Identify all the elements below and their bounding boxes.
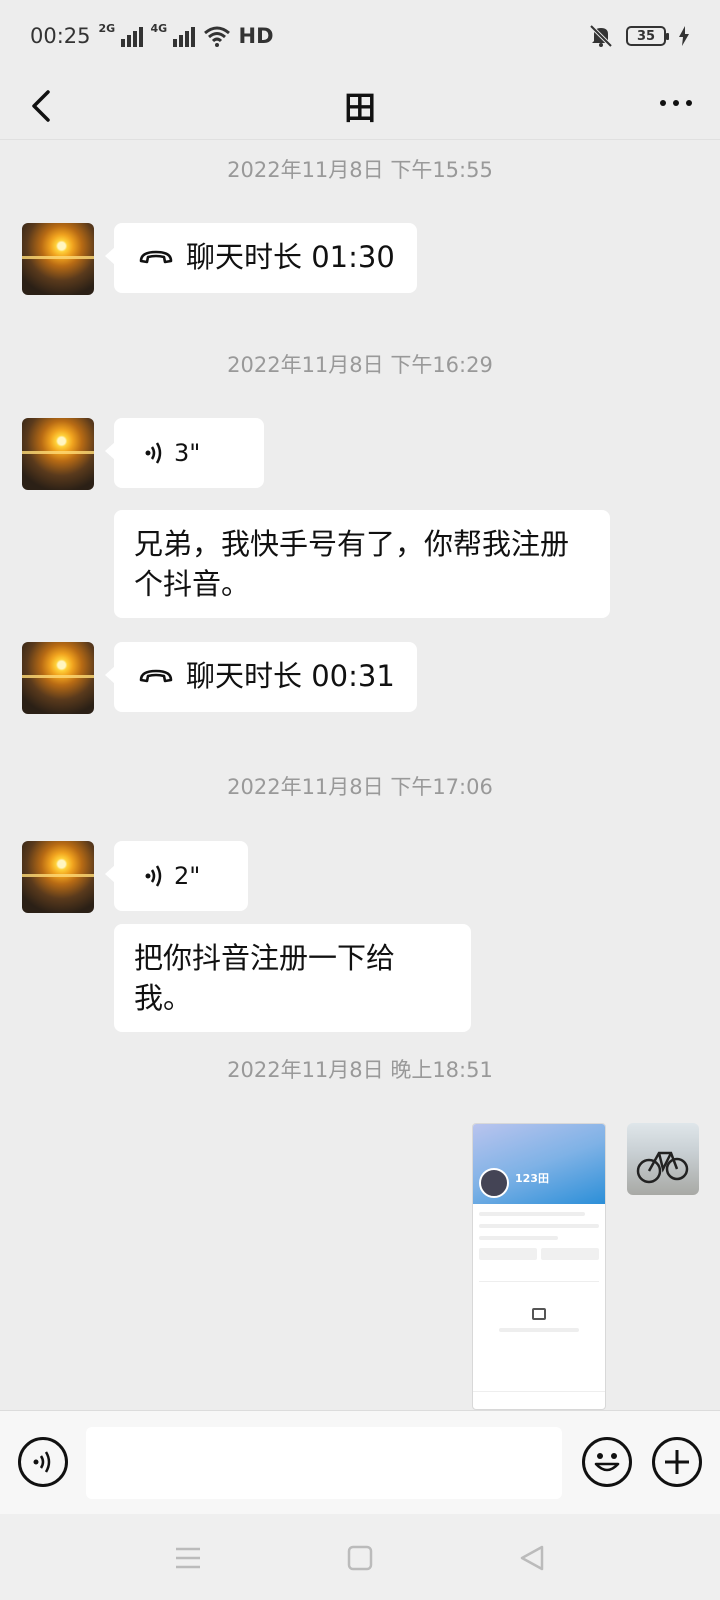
placeholder-line: [499, 1328, 579, 1332]
image-icon: [532, 1308, 546, 1320]
timestamp: 2022年11月8日 晚上18:51: [227, 1058, 493, 1082]
status-left: 00:25 2G 4G HD: [30, 23, 274, 48]
wifi-icon: [203, 26, 230, 47]
placeholder-line: [479, 1212, 585, 1216]
voice-wave-icon: [145, 865, 162, 887]
phone-icon: [139, 669, 173, 683]
voice-duration: 2": [174, 862, 201, 890]
home-icon[interactable]: [340, 1540, 380, 1576]
call-record-bubble[interactable]: 聊天时长 01:30: [105, 223, 417, 293]
sent-image-screenshot[interactable]: 123田: [472, 1123, 606, 1410]
status-time: 00:25: [30, 24, 91, 48]
avatar[interactable]: [22, 418, 94, 490]
timestamp: 2022年11月8日 下午16:29: [227, 353, 493, 377]
chat-header: 田: [0, 72, 720, 140]
message-text: 把你抖音注册一下给我。: [134, 941, 396, 1015]
placeholder-line: [479, 1224, 599, 1228]
phone-icon: [139, 250, 173, 264]
screenshot-tabs: [479, 1268, 599, 1282]
call-duration: 聊天时长 01:30: [186, 240, 395, 274]
message-input[interactable]: [86, 1427, 562, 1499]
screenshot-buttons: [479, 1248, 599, 1260]
voice-duration: 3": [174, 439, 201, 467]
system-nav-bar: [0, 1514, 720, 1600]
status-right: 35: [588, 23, 690, 49]
voice-message-bubble[interactable]: 2": [105, 841, 248, 911]
hd-indicator: HD: [238, 24, 274, 48]
avatar[interactable]: [22, 223, 94, 295]
voice-icon[interactable]: [18, 1437, 68, 1487]
timestamp: 2022年11月8日 下午15:55: [227, 158, 493, 182]
status-bar: 00:25 2G 4G HD 35: [0, 0, 720, 72]
battery-indicator: 35: [626, 26, 669, 46]
timestamp: 2022年11月8日 下午17:06: [227, 775, 493, 799]
chat-title: 田: [343, 88, 376, 127]
voice-message-bubble[interactable]: 3": [105, 418, 264, 488]
charging-icon: [679, 26, 689, 46]
more-dots-icon[interactable]: [660, 100, 692, 106]
my-avatar[interactable]: [627, 1123, 699, 1195]
signal-2g-icon: 2G: [99, 23, 143, 47]
screenshot-profile-header: 123田: [473, 1124, 605, 1204]
menu-icon[interactable]: [168, 1540, 208, 1576]
placeholder-line: [479, 1236, 559, 1240]
back-icon[interactable]: [28, 86, 58, 126]
screenshot-username: 123田: [515, 1172, 549, 1185]
text-message-bubble[interactable]: 把你抖音注册一下给我。: [114, 924, 471, 1032]
camera-icon: [479, 1168, 509, 1198]
avatar[interactable]: [22, 841, 94, 913]
call-record-bubble[interactable]: 聊天时长 00:31: [105, 642, 417, 712]
voice-wave-icon: [145, 442, 162, 464]
call-duration: 聊天时长 00:31: [186, 659, 395, 693]
emoji-icon[interactable]: [582, 1437, 632, 1487]
back-triangle-icon[interactable]: [512, 1540, 552, 1576]
input-bar: [0, 1410, 720, 1514]
avatar[interactable]: [22, 642, 94, 714]
bicycle-icon: [636, 1151, 689, 1184]
screenshot-tabbar: [473, 1391, 605, 1409]
text-message-bubble[interactable]: 兄弟，我快手号有了，你帮我注册个抖音。: [114, 510, 610, 618]
plus-icon[interactable]: [652, 1437, 702, 1487]
mute-icon: [589, 24, 613, 48]
signal-4g-icon: 4G: [151, 23, 195, 47]
message-text: 兄弟，我快手号有了，你帮我注册个抖音。: [134, 527, 570, 601]
